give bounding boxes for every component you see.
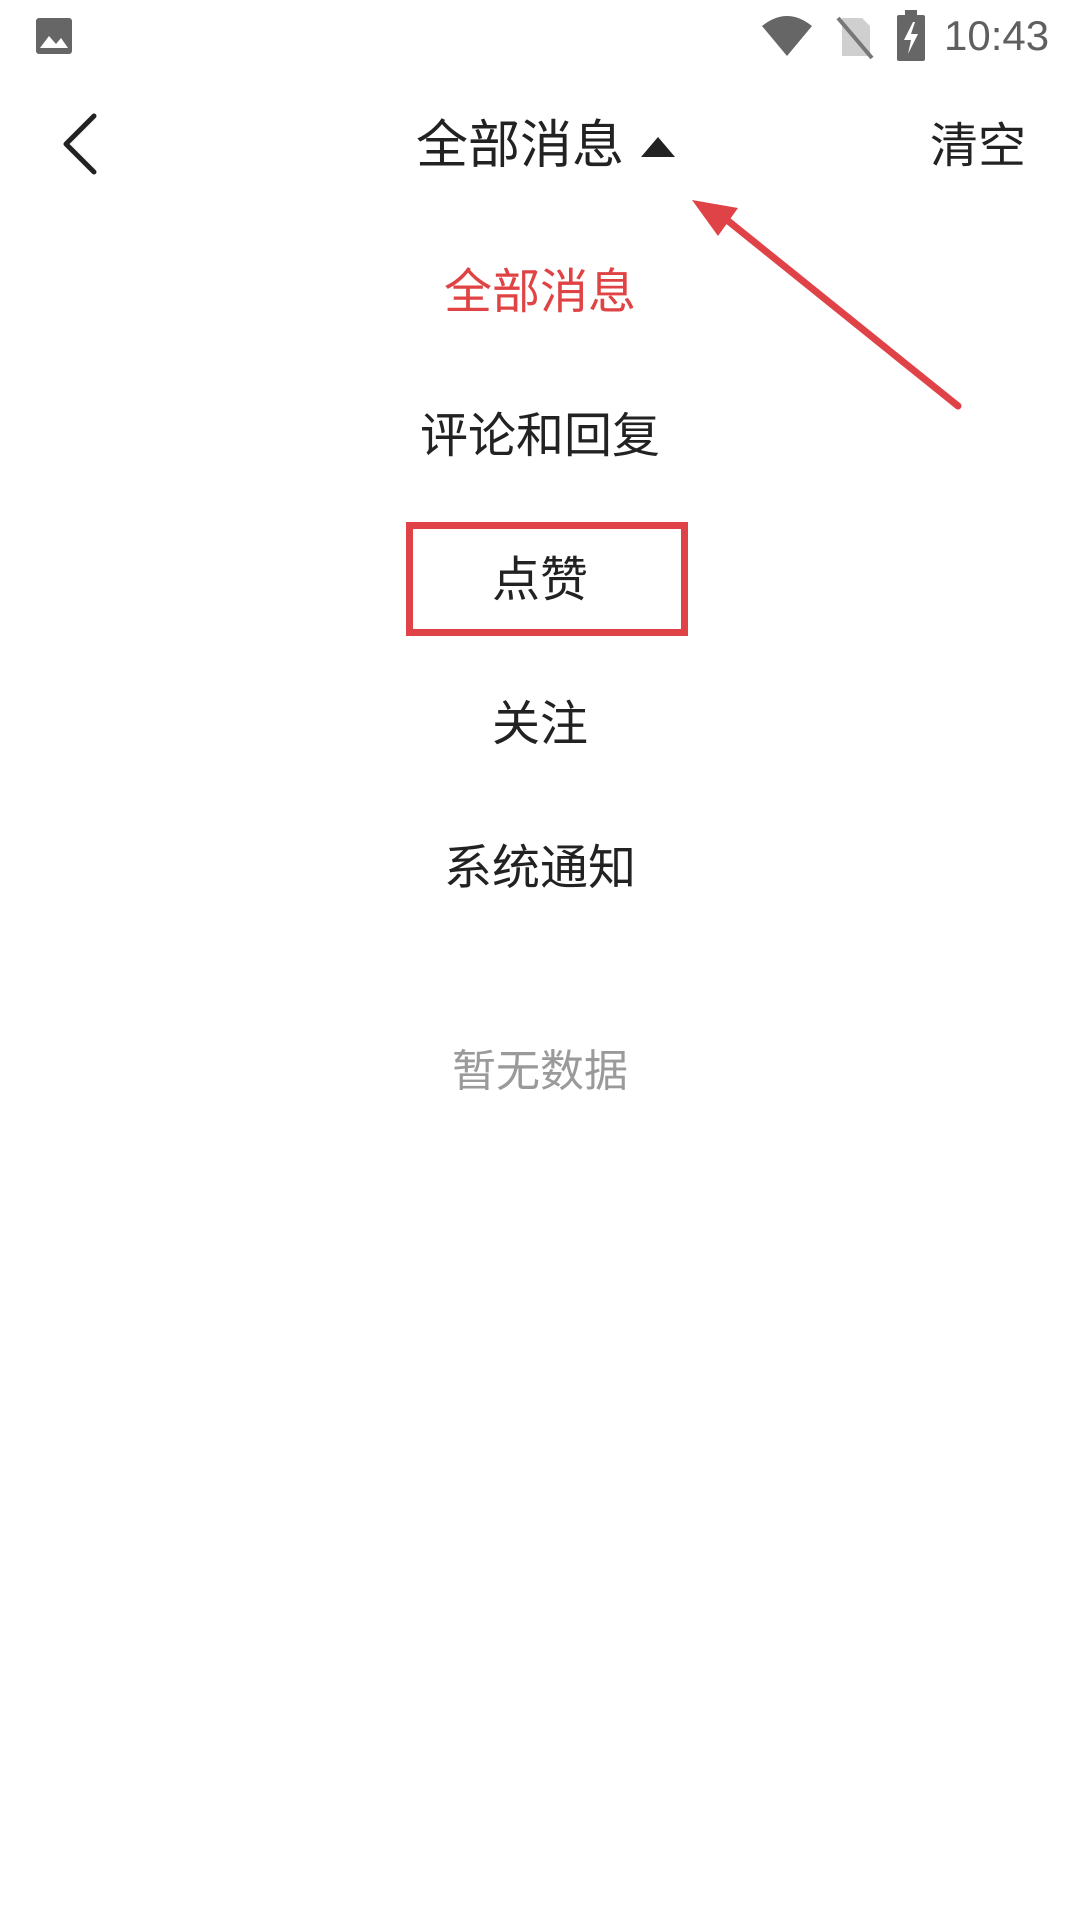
status-time: 10:43 (944, 12, 1050, 59)
filter-menu: 全部消息 评论和回复 点赞 关注 系统通知 (0, 220, 1080, 940)
chevron-left-icon (63, 113, 97, 175)
status-bar: 10:43 (0, 0, 1080, 72)
filter-item-comments[interactable]: 评论和回复 (0, 364, 1080, 508)
page-title: 全部消息 (416, 116, 625, 176)
caret-up-icon (641, 137, 675, 157)
clear-button[interactable]: 清空 (930, 106, 1050, 186)
header: 全部消息 清空 (0, 92, 1080, 202)
filter-item-likes[interactable]: 点赞 (0, 508, 1080, 652)
empty-state-message: 暂无数据 (452, 1046, 628, 1097)
filter-item-system[interactable]: 系统通知 (0, 796, 1080, 940)
message-filter-dropdown[interactable]: 全部消息 (400, 106, 690, 186)
back-button[interactable] (36, 100, 126, 190)
wifi-icon (762, 16, 812, 56)
no-sim-icon (836, 16, 874, 60)
battery-charging-icon (897, 10, 925, 61)
gallery-icon (36, 18, 72, 54)
filter-item-follows[interactable]: 关注 (0, 652, 1080, 796)
filter-item-all[interactable]: 全部消息 (0, 220, 1080, 364)
